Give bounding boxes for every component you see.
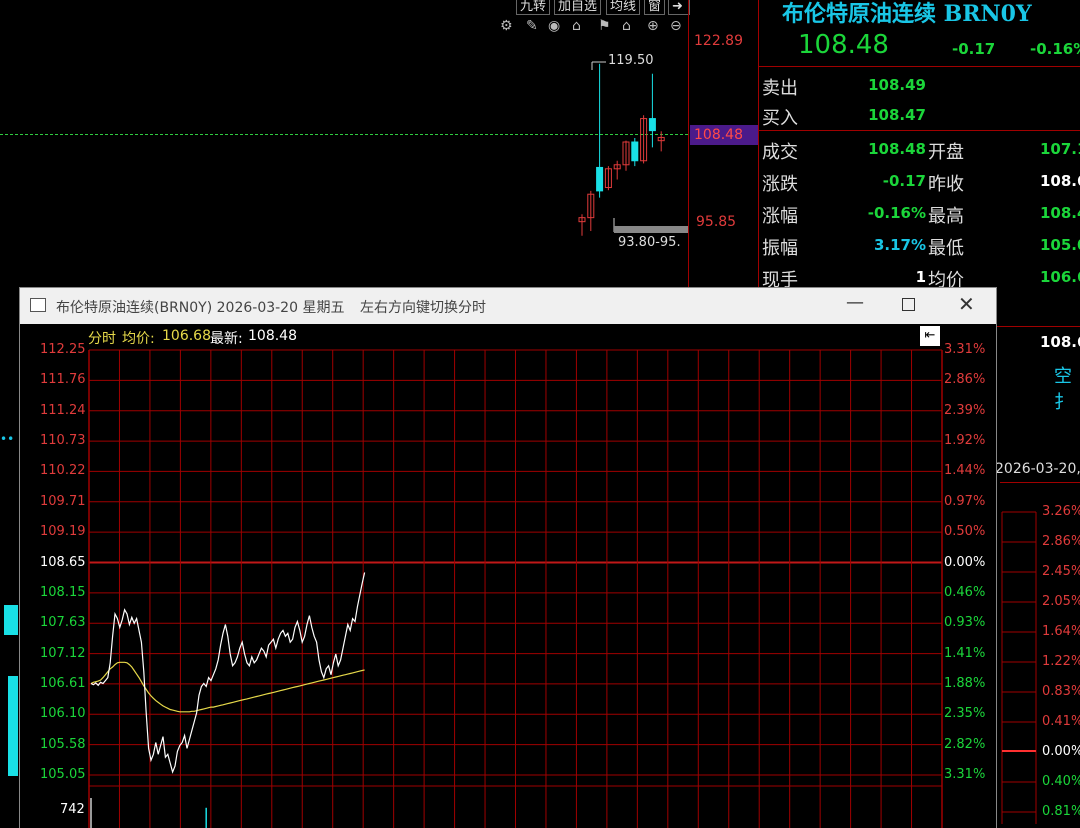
deal-label: 成交 <box>762 142 798 163</box>
kline-chart <box>578 61 688 236</box>
bg-date-label: 2026-03-20,三 <box>995 461 1080 477</box>
quote-change: -0.17 <box>952 40 996 58</box>
pct-tick: 2.39% <box>944 402 986 418</box>
amp-value: 3.17% <box>873 236 926 254</box>
quote-change-pct: -0.16% <box>1030 40 1080 58</box>
price-tick: 110.22 <box>40 463 86 479</box>
pct-tick: 3.31% <box>944 767 986 782</box>
low-label: 最低 <box>928 238 964 259</box>
price-tick: 106.61 <box>40 675 86 691</box>
chg-value: -0.17 <box>882 172 926 190</box>
bg-pct-tick: 2.86% <box>1042 534 1080 549</box>
sell-label: 卖出 <box>762 78 798 99</box>
quote-panel-divider <box>758 0 759 290</box>
pct-tick: 0.50% <box>944 524 986 540</box>
prev-close-label: 昨收 <box>928 174 964 195</box>
pct-tick: 1.44% <box>944 463 986 479</box>
buy-label: 买入 <box>762 108 798 129</box>
bg-pct-tick: 2.05% <box>1042 594 1080 609</box>
bg-pct-tick: 1.64% <box>1042 624 1080 639</box>
left-fragment-bar <box>4 605 18 635</box>
bg-pct-tick: 1.22% <box>1042 654 1080 669</box>
pct-value: -0.16% <box>867 204 926 222</box>
price-tick: 106.10 <box>40 706 86 722</box>
quote-name: 布伦特原油连续 BRN0Y <box>782 1 1032 27</box>
deal-value: 108.48 <box>868 140 926 158</box>
volume-axis-tick: 742 <box>60 802 85 817</box>
price-tick: 111.76 <box>40 372 86 388</box>
range-label: 93.80-95. <box>618 235 681 250</box>
peak-price-label: 119.50 <box>608 53 654 68</box>
extra-label: 空扌 <box>1054 366 1072 413</box>
range-marker <box>614 226 688 233</box>
open-label: 开盘 <box>928 142 964 163</box>
price-tick: 112.25 <box>40 342 86 357</box>
current-price-tag: 108.48 <box>690 125 758 145</box>
candle-body <box>596 166 604 192</box>
left-fragment-bar-2 <box>8 676 18 776</box>
pct-tick: 0.46% <box>944 584 986 600</box>
intraday-popup-window[interactable]: 布伦特原油连续(BRN0Y) 2026-03-20 星期五 左右方向键切换分时 … <box>19 287 997 828</box>
price-high-tick: 122.89 <box>694 33 743 49</box>
avg-price-line <box>90 661 365 713</box>
bg-pct-tick: 3.26% <box>1042 504 1080 519</box>
price-mid-tick: 95.85 <box>696 214 737 230</box>
amp-label: 振幅 <box>762 238 798 259</box>
bg-pct-tick: 0.00% <box>1042 744 1080 759</box>
quote-divider-2 <box>758 130 1080 131</box>
low-value: 105.0 <box>1040 236 1080 254</box>
price-tick: 105.05 <box>40 767 86 782</box>
price-tick: 108.65 <box>40 554 86 570</box>
chg-label: 涨跌 <box>762 174 798 195</box>
pct-tick: 1.41% <box>944 645 986 661</box>
extra-value: 108.6 <box>1040 333 1080 351</box>
prev-close-value: 108.6 <box>1040 172 1080 190</box>
quote-divider-3 <box>996 326 1080 327</box>
avg-value: 106.6 <box>1040 268 1080 286</box>
bg-pct-tick: 2.45% <box>1042 564 1080 579</box>
price-tick: 110.73 <box>40 433 86 449</box>
price-tick: 111.24 <box>40 402 86 418</box>
candle-body <box>631 141 639 162</box>
buy-value: 108.47 <box>868 106 926 124</box>
quote-divider <box>758 66 1080 67</box>
pct-tick: 3.31% <box>944 342 986 357</box>
price-tick: 109.71 <box>40 493 86 509</box>
high-value: 108.4 <box>1040 204 1080 222</box>
pct-tick: 1.88% <box>944 675 986 691</box>
open-value: 107.1 <box>1040 140 1080 158</box>
left-fragment-mark: •• <box>0 432 15 446</box>
intraday-chart <box>88 349 943 828</box>
quote-price: 108.48 <box>798 30 889 60</box>
candle-body <box>648 118 656 132</box>
pct-tick: 1.92% <box>944 433 986 449</box>
high-label: 最高 <box>928 206 964 227</box>
pct-tick: 2.86% <box>944 372 986 388</box>
price-tick: 108.15 <box>40 584 86 600</box>
pct-tick: 2.35% <box>944 706 986 722</box>
pct-tick: 2.82% <box>944 736 986 752</box>
pct-tick: 0.93% <box>944 615 986 631</box>
bg-pct-tick: 0.40% <box>1042 774 1080 789</box>
hand-value: 1 <box>915 268 926 286</box>
pct-tick: 0.00% <box>944 554 986 570</box>
price-tick: 105.58 <box>40 736 86 752</box>
bg-pct-tick: 0.83% <box>1042 684 1080 699</box>
bg-chart-top-line <box>1000 482 1080 483</box>
price-line <box>90 572 366 774</box>
bg-pct-tick: 0.81% <box>1042 804 1080 819</box>
pct-tick: 0.97% <box>944 493 986 509</box>
bg-pct-tick: 0.41% <box>1042 714 1080 729</box>
price-axis-divider <box>688 0 689 287</box>
price-tick: 107.63 <box>40 615 86 631</box>
pct-label: 涨幅 <box>762 206 798 227</box>
price-tick: 107.12 <box>40 645 86 661</box>
sell-value: 108.49 <box>868 76 926 94</box>
price-tick: 109.19 <box>40 524 86 540</box>
